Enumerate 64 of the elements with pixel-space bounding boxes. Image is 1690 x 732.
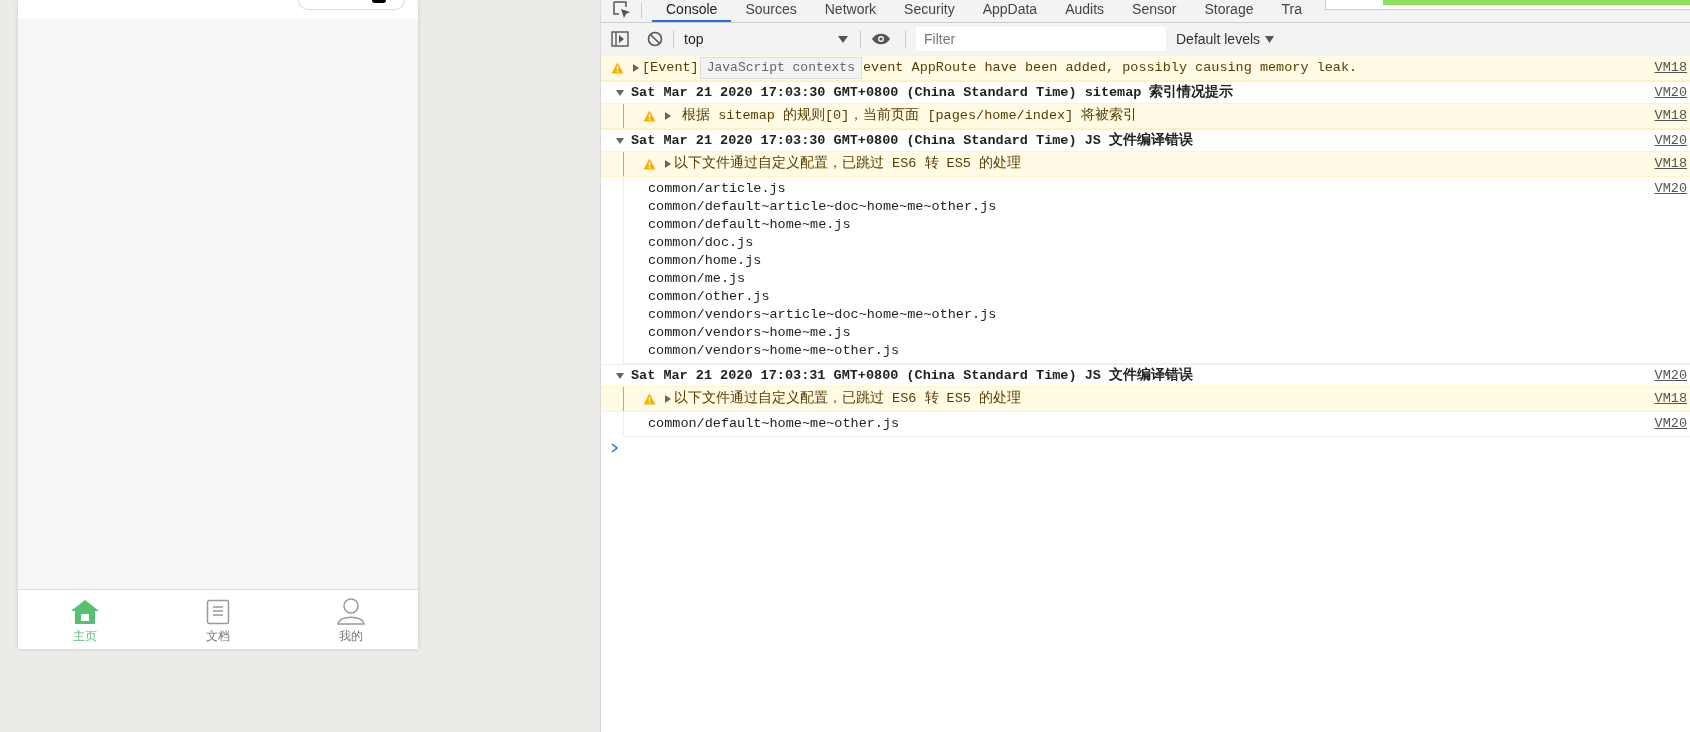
- source-link[interactable]: VM18: [1654, 153, 1687, 175]
- source-link[interactable]: VM20: [1654, 413, 1687, 435]
- source-link[interactable]: VM18: [1654, 105, 1687, 127]
- source-link[interactable]: VM18: [1654, 388, 1687, 410]
- disclosure-triangle-icon[interactable]: [616, 372, 624, 380]
- disclosure-triangle-icon[interactable]: [664, 112, 672, 120]
- context-select[interactable]: top: [684, 28, 854, 50]
- clear-icon[interactable]: [647, 31, 663, 47]
- disclosure-triangle-icon[interactable]: [632, 64, 640, 72]
- devtools-tab[interactable]: Security: [890, 0, 969, 22]
- log-line: common/default~home~me.js: [648, 215, 851, 234]
- source-link[interactable]: VM20: [1654, 82, 1687, 104]
- disclosure-triangle-icon[interactable]: [664, 395, 672, 403]
- warning-icon: [643, 110, 656, 122]
- caret-icon: [1265, 35, 1275, 43]
- log-line: common/other.js: [648, 287, 770, 306]
- log-line: common/default~home~me~other.js: [648, 414, 900, 433]
- filter-field[interactable]: Filter: [916, 27, 1166, 51]
- group-title: Sat Mar 21 2020 17:03:30 GMT+0800 (China Standard Time) sitemap 索引情况提示: [631, 83, 1234, 102]
- disclosure-triangle-icon[interactable]: [616, 137, 624, 145]
- group-title: Sat Mar 21 2020 17:03:31 GMT+0800 (China Standard Time) JS 文件编译错误: [631, 366, 1193, 385]
- sidebar-toggle-icon[interactable]: [611, 31, 629, 47]
- warning-icon: [643, 158, 656, 170]
- log-line: common/doc.js: [648, 233, 754, 252]
- log-line: common/vendors~home~me~other.js: [648, 341, 900, 360]
- prompt-icon[interactable]: [611, 443, 619, 453]
- devtools-tab[interactable]: Tra: [1267, 0, 1316, 22]
- warning-icon: [643, 393, 656, 405]
- group-title: Sat Mar 21 2020 17:03:30 GMT+0800 (China Standard Time) JS 文件编译错误: [631, 131, 1193, 150]
- tooltip: JavaScript contexts: [699, 57, 862, 79]
- devtools-tab[interactable]: Network: [810, 0, 891, 22]
- user-icon: [337, 597, 366, 625]
- log-line: common/me.js: [648, 269, 746, 288]
- disclosure-triangle-icon[interactable]: [664, 160, 672, 168]
- tab-item[interactable]: 文档: [151, 590, 285, 649]
- warning-icon: [611, 62, 624, 74]
- warning-message: event AppRoute have been added, possibly causing memory leak.: [862, 58, 1358, 77]
- document-icon: [206, 599, 230, 625]
- caret-icon: [838, 35, 848, 43]
- log-line: common/default~article~doc~home~me~other.js: [648, 197, 997, 216]
- log-line: common/vendors~home~me.js: [648, 323, 851, 342]
- devtools-tab[interactable]: AppData: [968, 0, 1052, 22]
- source-link[interactable]: VM20: [1654, 130, 1687, 152]
- disclosure-triangle-icon[interactable]: [616, 89, 624, 97]
- warning-message: 以下文件通过自定义配置，已跳过 ES6 转 ES5 的处理: [674, 154, 1021, 173]
- source-link[interactable]: VM18: [1654, 57, 1687, 79]
- source-link[interactable]: VM20: [1654, 365, 1687, 387]
- log-line: common/article.js: [648, 179, 786, 198]
- inspect-icon[interactable]: [613, 1, 631, 19]
- devtools-tab[interactable]: Storage: [1190, 0, 1268, 22]
- log-line: common/vendors~article~doc~home~me~other.js: [648, 305, 997, 324]
- devtools-tab[interactable]: Sources: [731, 0, 811, 22]
- source-link[interactable]: VM20: [1654, 178, 1687, 200]
- capsule-button[interactable]: [298, 0, 405, 10]
- warning-message: 以下文件通过自定义配置，已跳过 ES6 转 ES5 的处理: [674, 389, 1021, 408]
- devtools-tab[interactable]: Audits: [1051, 0, 1119, 22]
- warning-message: [Event]: [642, 58, 699, 77]
- eye-icon[interactable]: [871, 32, 891, 46]
- devtools-tab[interactable]: Sensor: [1118, 0, 1191, 22]
- warning-message: 根据 sitemap 的规则[0]，当前页面 [pages/home/index] 将被索引: [681, 106, 1138, 125]
- home-icon: [69, 599, 100, 625]
- log-line: common/home.js: [648, 251, 762, 270]
- levels-dropdown[interactable]: Default levels: [1176, 28, 1275, 50]
- tab-item[interactable]: 我的: [284, 590, 418, 649]
